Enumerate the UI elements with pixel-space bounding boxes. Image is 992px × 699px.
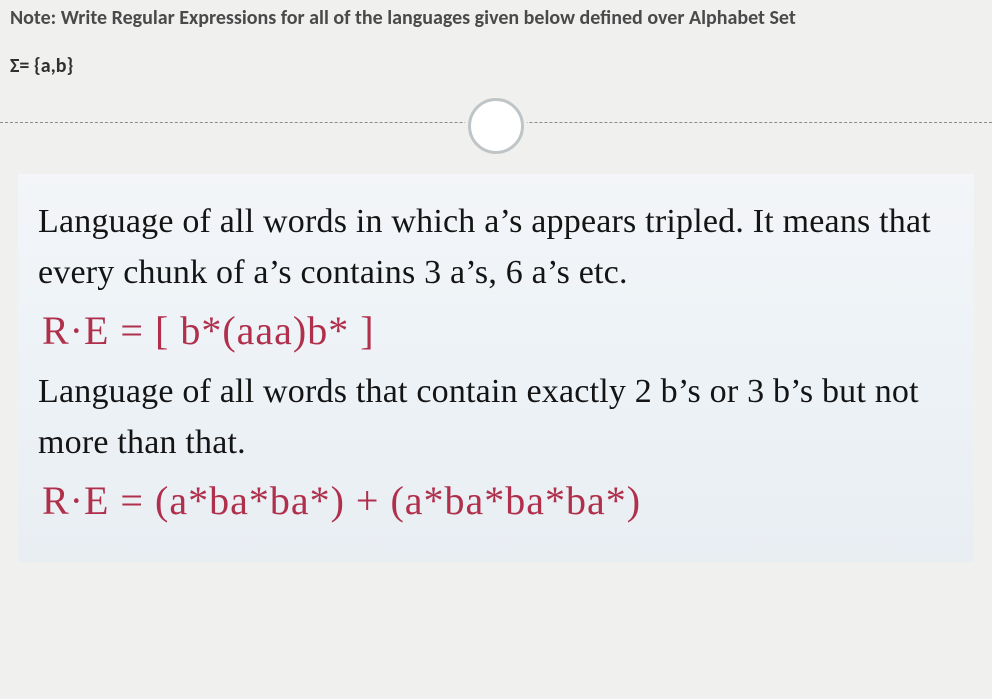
problem-2-text: Language of all words that contain exact… <box>38 366 954 468</box>
section-divider <box>0 96 992 150</box>
problem-1-text: Language of all words in which a’s appea… <box>38 196 954 298</box>
header-block: Note: Write Regular Expressions for all … <box>0 0 992 90</box>
scanned-page-card: Language of all words in which a’s appea… <box>18 174 974 562</box>
alphabet-sigma: Σ= {a,b} <box>10 54 982 78</box>
divider-circle-icon <box>468 98 524 154</box>
answer-1-handwritten: R·E = [ b*(aaa)b* ] <box>42 306 954 356</box>
note-text: Note: Write Regular Expressions for all … <box>10 6 982 30</box>
answer-2-handwritten: R·E = (a*ba*ba*) + (a*ba*ba*ba*) <box>42 476 954 526</box>
main-content: Language of all words in which a’s appea… <box>0 150 992 562</box>
